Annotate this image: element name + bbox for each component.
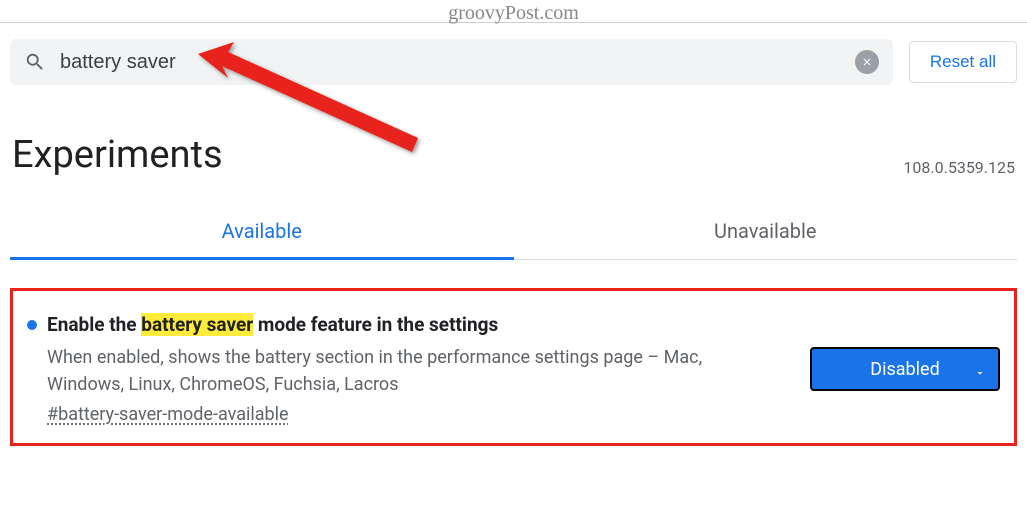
search-row: Reset all — [10, 23, 1017, 85]
experiment-state-select[interactable]: Disabled — [810, 347, 1000, 391]
searchbox[interactable] — [10, 39, 893, 85]
experiment-description: When enabled, shows the battery section … — [47, 344, 727, 398]
tabs: Available Unavailable — [10, 205, 1017, 260]
version-text: 108.0.5359.125 — [903, 158, 1015, 177]
tab-unavailable[interactable]: Unavailable — [514, 205, 1018, 259]
search-icon — [24, 51, 46, 73]
reset-all-button[interactable]: Reset all — [909, 41, 1017, 83]
header-row: Experiments 108.0.5359.125 — [10, 133, 1017, 177]
search-highlight: battery saver — [141, 313, 253, 336]
status-dot-icon — [27, 320, 37, 330]
watermark-text: groovyPost.com — [448, 2, 579, 25]
experiment-title-row: Enable the battery saver mode feature in… — [27, 313, 790, 336]
tab-available[interactable]: Available — [10, 205, 514, 260]
experiment-title: Enable the battery saver mode feature in… — [47, 313, 498, 336]
experiment-body: Enable the battery saver mode feature in… — [27, 313, 790, 425]
chevron-down-icon — [974, 363, 986, 375]
page-title: Experiments — [12, 133, 223, 177]
select-value: Disabled — [870, 359, 939, 380]
experiment-tag-link[interactable]: #battery-saver-mode-available — [47, 404, 289, 425]
clear-search-button[interactable] — [855, 50, 879, 74]
search-input[interactable] — [60, 51, 855, 74]
experiment-highlight-box: Enable the battery saver mode feature in… — [10, 288, 1017, 446]
close-icon — [861, 56, 873, 68]
